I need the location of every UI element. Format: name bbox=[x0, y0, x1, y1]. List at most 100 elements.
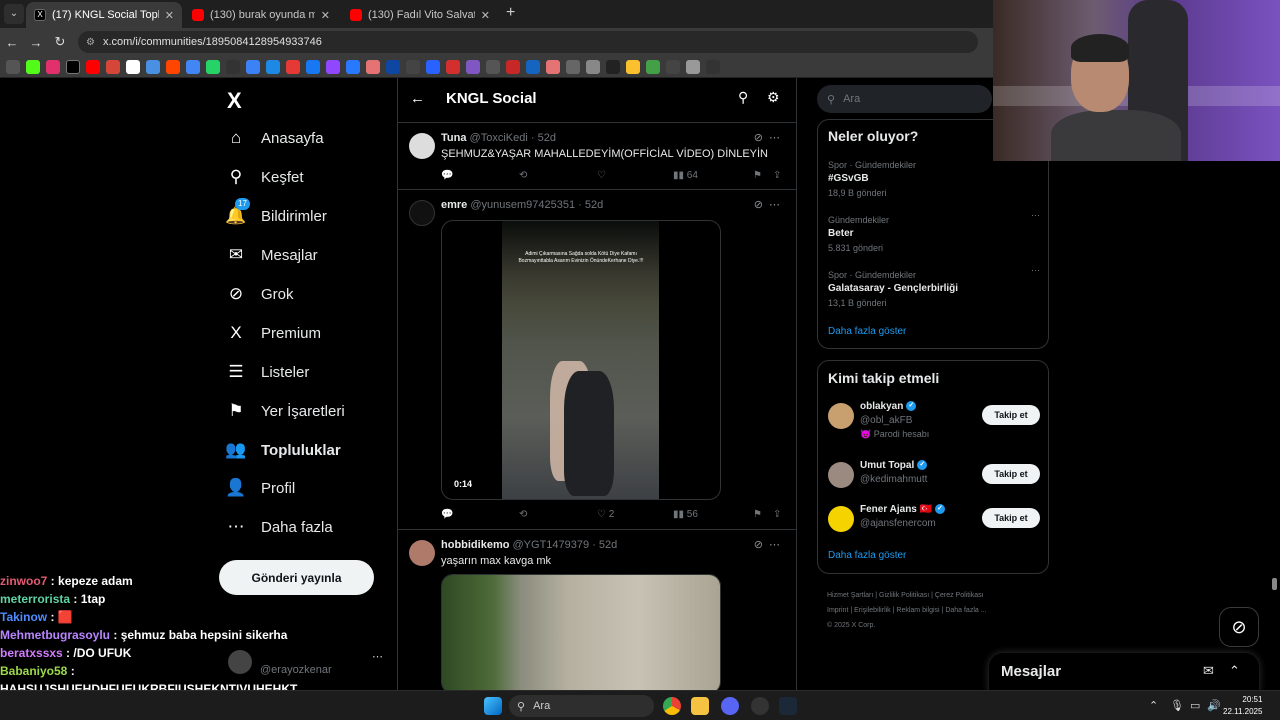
x-logo-icon[interactable]: X bbox=[227, 88, 242, 114]
whatsapp-bookmark-icon[interactable] bbox=[206, 59, 220, 74]
post-menu[interactable]: ⊘⋯ bbox=[754, 198, 786, 211]
bookmark-icon[interactable] bbox=[146, 59, 160, 74]
more-dots-icon[interactable]: ⋯ bbox=[372, 650, 383, 663]
back-arrow-icon[interactable]: ← bbox=[410, 90, 425, 107]
nav-item-anasayfa[interactable]: ⌂ Anasayfa bbox=[225, 123, 324, 153]
author-name[interactable]: emre bbox=[441, 199, 467, 211]
nav-item-listeler[interactable]: ☰ Listeler bbox=[225, 357, 309, 387]
avatar[interactable] bbox=[828, 403, 854, 429]
bookmark-icon[interactable] bbox=[546, 59, 560, 74]
new-tab-button[interactable]: + bbox=[506, 5, 515, 21]
follow-name[interactable]: oblakyan ✓ bbox=[860, 401, 917, 412]
site-settings-icon[interactable]: ⚙ bbox=[86, 37, 95, 48]
microphone-icon[interactable]: 🎙 bbox=[1170, 699, 1184, 712]
more-dots-icon[interactable]: ⋯ bbox=[769, 539, 786, 551]
follow-name[interactable]: Fener Ajans 🇹🇷 ✓ bbox=[860, 504, 946, 515]
footer-link[interactable]: Reklam bilgisi bbox=[896, 607, 939, 614]
network-icon[interactable]: ▭ bbox=[1190, 699, 1200, 712]
tray-chevron-icon[interactable]: ⌃ bbox=[1149, 699, 1158, 712]
reply-icon[interactable]: 💬 bbox=[441, 170, 453, 181]
follow-button[interactable]: Takip et bbox=[982, 508, 1040, 528]
share-icon[interactable]: ⇪ bbox=[773, 170, 781, 181]
trend-item[interactable]: Spor · Gündemdekiler Galatasaray - Gençle… bbox=[828, 265, 1040, 310]
browser-tab-2[interactable]: (130) burak oyunda mekanik ba ✕ bbox=[184, 2, 338, 28]
follow-handle[interactable]: @ajansfenercom bbox=[860, 518, 936, 529]
volume-icon[interactable]: 🔊 bbox=[1207, 699, 1221, 712]
nav-item-mesajlar[interactable]: ✉ Mesajlar bbox=[225, 240, 318, 270]
share-icon[interactable]: ⇪ bbox=[773, 509, 781, 520]
nav-item-grok[interactable]: ⊘ Grok bbox=[225, 279, 294, 309]
footer-link[interactable]: Erişilebilirlik bbox=[854, 607, 891, 614]
nav-item-daha-fazla[interactable]: ⋯ Daha fazla bbox=[225, 512, 333, 542]
nav-item-keşfet[interactable]: ⚲ Keşfet bbox=[225, 162, 304, 192]
close-icon[interactable]: ✕ bbox=[321, 9, 330, 22]
author-handle[interactable]: @yunusem97425351 bbox=[470, 199, 575, 211]
bookmark-icon[interactable] bbox=[386, 59, 400, 74]
bookmark-icon[interactable] bbox=[346, 59, 360, 74]
post-time[interactable]: 52d bbox=[585, 199, 603, 211]
trend-item[interactable]: Spor · Gündemdekiler #GSvGB 18,9 B gönderi… bbox=[828, 155, 1040, 200]
nav-item-profil[interactable]: 👤 Profil bbox=[225, 473, 295, 503]
browser-tab-1[interactable]: X (17) KNGL Social Topluluk / X ✕ bbox=[26, 2, 182, 28]
bookmark-icon[interactable] bbox=[526, 59, 540, 74]
steam-icon[interactable] bbox=[779, 697, 797, 715]
views-count[interactable]: ▮▮ 56 bbox=[673, 509, 698, 520]
post[interactable]: hobbidikemo @YGT1479379 · 52d ⊘⋯ yaşarın… bbox=[398, 531, 796, 690]
retweet-icon[interactable]: ⟲ bbox=[519, 509, 527, 520]
trend-item[interactable]: Gündemdekiler Beter 5.831 gönderi ⋯ bbox=[828, 210, 1040, 255]
messages-drawer[interactable]: Mesajlar ✉ ⌃ bbox=[989, 653, 1259, 693]
expand-icon[interactable]: ⌃ bbox=[1229, 663, 1240, 679]
close-icon[interactable]: ✕ bbox=[481, 9, 490, 22]
bookmark-icon[interactable] bbox=[466, 59, 480, 74]
post-photo[interactable] bbox=[441, 574, 721, 690]
close-icon[interactable]: ✕ bbox=[165, 9, 174, 22]
facebook-bookmark-icon[interactable] bbox=[306, 59, 320, 74]
footer-link[interactable]: Hizmet Şartları bbox=[827, 592, 873, 599]
follow-button[interactable]: Takip et bbox=[982, 464, 1040, 484]
bookmark-icon[interactable] bbox=[706, 59, 720, 74]
like-icon[interactable]: ♡ bbox=[597, 170, 606, 181]
bookmark-icon[interactable]: ⚑ bbox=[753, 170, 762, 181]
show-more-link[interactable]: Daha fazla göster bbox=[828, 550, 906, 561]
bookmark-icon[interactable] bbox=[606, 59, 620, 74]
bookmark-icon[interactable] bbox=[586, 59, 600, 74]
google-bookmark-icon[interactable] bbox=[126, 59, 140, 74]
follow-handle[interactable]: @obl_akFB bbox=[860, 415, 912, 426]
follow-handle[interactable]: @kedimahmutt bbox=[860, 474, 927, 485]
footer-link[interactable]: Imprint bbox=[827, 607, 848, 614]
author-handle[interactable]: @YGT1479379 bbox=[513, 539, 590, 551]
gmail-bookmark-icon[interactable] bbox=[106, 59, 120, 74]
browser-tab-3[interactable]: (130) Fadıl Vito Salvatore'yi vur ✕ bbox=[342, 2, 498, 28]
more-dots-icon[interactable]: ⋯ bbox=[1031, 208, 1040, 222]
instagram-bookmark-icon[interactable] bbox=[46, 59, 60, 74]
follow-suggestion[interactable]: Umut Topal ✓ @kedimahmutt Takip et bbox=[828, 460, 1040, 500]
youtube-bookmark-icon[interactable] bbox=[86, 59, 100, 74]
grok-icon[interactable]: ⊘ bbox=[754, 199, 769, 211]
views-count[interactable]: ▮▮ 64 bbox=[673, 170, 698, 181]
translate-bookmark-icon[interactable] bbox=[186, 59, 200, 74]
x-bookmark-icon[interactable] bbox=[66, 59, 80, 74]
more-dots-icon[interactable]: ⋯ bbox=[769, 199, 786, 211]
system-clock[interactable]: 20:51 22.11.2025 bbox=[1223, 694, 1262, 718]
author-name[interactable]: hobbidikemo bbox=[441, 539, 509, 551]
search-input[interactable]: ⚲ Ara bbox=[817, 85, 992, 113]
post-time[interactable]: 52d bbox=[538, 132, 556, 144]
grok-icon[interactable]: ⊘ bbox=[754, 132, 769, 144]
reddit-bookmark-icon[interactable] bbox=[166, 59, 180, 74]
more-dots-icon[interactable]: ⋯ bbox=[769, 132, 786, 144]
footer-link[interactable]: Gizlilik Politikası bbox=[879, 592, 929, 599]
bookmark-icon[interactable] bbox=[366, 59, 380, 74]
bookmark-icon[interactable]: ⚑ bbox=[753, 509, 762, 520]
bookmark-icon[interactable] bbox=[506, 59, 520, 74]
tab-search-button[interactable]: ⌄ bbox=[4, 4, 24, 24]
follow-suggestion[interactable]: Fener Ajans 🇹🇷 ✓ @ajansfenercom Takip et bbox=[828, 504, 1040, 544]
app-icon[interactable] bbox=[751, 697, 769, 715]
bookmark-icon[interactable] bbox=[486, 59, 500, 74]
apps-grid-icon[interactable] bbox=[6, 59, 20, 74]
video-frame[interactable]: Adimi Çıkarmasına Sağda solda Kötü Diye … bbox=[502, 221, 659, 499]
post-menu[interactable]: ⊘⋯ bbox=[754, 538, 786, 551]
nav-item-bildirimler[interactable]: 🔔 17 Bildirimler bbox=[225, 198, 327, 231]
forward-arrow-icon[interactable]: → bbox=[24, 35, 48, 50]
grok-icon[interactable]: ⊘ bbox=[754, 539, 769, 551]
footer-link[interactable]: Daha fazla ... bbox=[945, 607, 986, 614]
